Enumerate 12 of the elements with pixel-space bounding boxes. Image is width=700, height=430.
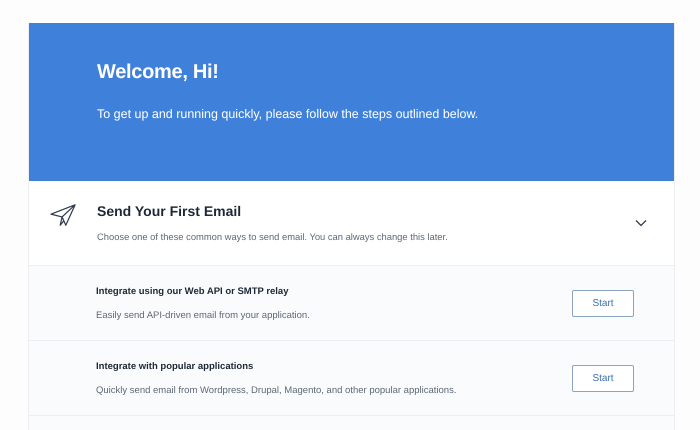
option-description: Quickly send email from Wordpress, Drupal, Magento, and other popular applications.: [96, 384, 458, 396]
start-button[interactable]: Start: [572, 364, 634, 392]
paper-plane-icon: [49, 203, 77, 229]
option-title: Integrate using our Web API or SMTP relay: [96, 286, 290, 296]
option-description: Easily send API-driven email from your application.: [96, 310, 311, 320]
option-title: Integrate with popular applications: [96, 360, 254, 372]
chevron-icon[interactable]: [634, 218, 648, 228]
welcome-title: Welcome, Hi!: [97, 61, 220, 84]
section-title: Send Your First Email: [97, 203, 242, 219]
welcome-subtitle: To get up and running quickly, please follow the steps outlined below.: [97, 107, 480, 121]
section-description: Choose one of these common ways to send email. You can always change this later.: [97, 231, 449, 242]
start-button[interactable]: Start: [572, 290, 634, 316]
